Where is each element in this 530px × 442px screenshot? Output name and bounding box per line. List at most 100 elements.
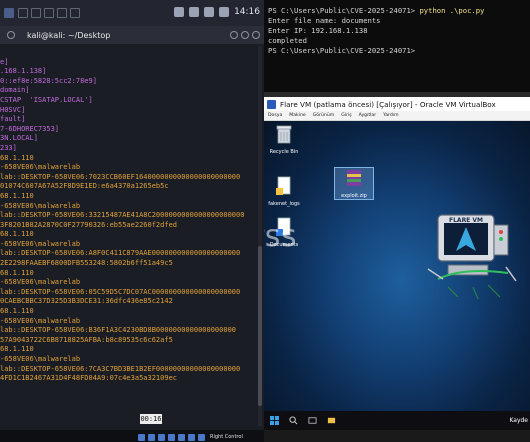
kali-top-panel: 14:16 bbox=[0, 0, 264, 26]
terminal-line: -658VE06\malwarelab bbox=[0, 355, 264, 365]
terminal-line: lab::DESKTOP-658VE06:A8F0C411C879AAE0000… bbox=[0, 249, 264, 259]
terminal-output[interactable]: e].168.1.138]0::ef8e:5828:5cc2:78e9]doma… bbox=[0, 46, 264, 426]
ps-command: python .\poc.py bbox=[415, 6, 484, 15]
terminal-line: e] bbox=[0, 58, 264, 68]
terminal-line: lab::DESKTOP-658VE06:7CA3C7BD3BE1B2EF000… bbox=[0, 365, 264, 375]
close-icon[interactable] bbox=[252, 31, 260, 39]
terminal-line: lab::DESKTOP-658VE06:B36F1A3C4230BD8B000… bbox=[0, 326, 264, 336]
file-explorer-icon[interactable] bbox=[327, 416, 336, 425]
ps-output-line: Enter file name: documents bbox=[268, 16, 381, 25]
recycle-bin-shortcut[interactable]: Recycle Bin bbox=[264, 124, 304, 155]
kali-menu-icon[interactable] bbox=[4, 8, 14, 18]
menu-giris[interactable]: Giriş bbox=[341, 113, 351, 118]
app-icon-1[interactable] bbox=[70, 8, 80, 18]
fakenet-logs-shortcut[interactable]: fakenet_logs bbox=[264, 176, 304, 207]
harddisk-icon[interactable] bbox=[138, 434, 145, 441]
terminal-line: 68.1.110 bbox=[0, 269, 264, 279]
desktop-icon-label: fakenet_logs bbox=[264, 201, 304, 207]
ps-prompt: PS C:\Users\Public\CVE-2025-24071> bbox=[268, 46, 415, 55]
window-title: kali@kali: ~/Desktop bbox=[15, 31, 227, 40]
virtualbox-icon bbox=[267, 100, 276, 109]
kali-terminal-window: 14:16 kali@kali: ~/Desktop e].168.1.138]… bbox=[0, 0, 264, 442]
terminal-scrollbar[interactable] bbox=[258, 46, 262, 426]
browser-icon[interactable] bbox=[57, 8, 67, 18]
taskbar-user-label: Kayde bbox=[509, 417, 528, 424]
mouse-integration-icon[interactable] bbox=[198, 434, 205, 441]
terminal-line: .168.1.138] bbox=[0, 67, 264, 77]
terminal-line: 0::ef8e:5828:5cc2:78e9] bbox=[0, 77, 264, 87]
terminal-icon bbox=[7, 31, 15, 39]
vbox-titlebar: Flare VM (patlama öncesi) [Çalışıyor] - … bbox=[264, 97, 530, 111]
powershell-output[interactable]: PS C:\Users\Public\CVE-2025-24071> pytho… bbox=[268, 6, 484, 56]
terminal-line: CSTAP 'ISATAP.LOCAL'] bbox=[0, 96, 264, 106]
notification-bell-icon[interactable] bbox=[189, 7, 199, 17]
menu-dosya[interactable]: Dosya bbox=[268, 113, 282, 118]
terminal-line: fault] bbox=[0, 115, 264, 125]
terminal-line: 68.1.110 bbox=[0, 230, 264, 240]
flare-vm-logo-text: FLARE VM bbox=[449, 217, 483, 224]
optical-drive-icon[interactable] bbox=[148, 434, 155, 441]
terminal-line: 0CAEBCBBC37D325D3B3DCE31:36dfc436e85c214… bbox=[0, 297, 264, 307]
vbox-menubar: Dosya Makine Görünüm Giriş Aygıtlar Yard… bbox=[264, 111, 530, 121]
terminal-line: 01074C607A67A52F8D9E1ED:e6a4370a1265eb5c bbox=[0, 182, 264, 192]
terminal-line: 68.1.110 bbox=[0, 307, 264, 317]
exploit-zip-shortcut[interactable]: exploit.zip bbox=[334, 167, 374, 200]
files-icon[interactable] bbox=[31, 8, 41, 18]
terminal-line: H0SVC] bbox=[0, 106, 264, 116]
ps-output-line: Enter IP: 192.168.1.138 bbox=[268, 26, 368, 35]
menu-aygitlar[interactable]: Aygıtlar bbox=[359, 113, 377, 118]
terminal-line bbox=[0, 48, 264, 58]
maximize-icon[interactable] bbox=[241, 31, 249, 39]
terminal-line: -658VE06\malwarelab bbox=[0, 317, 264, 327]
menu-gorunum[interactable]: Görünüm bbox=[313, 113, 334, 118]
terminal-line: lab::DESKTOP-658VE06:7023CCB60EF16400000… bbox=[0, 173, 264, 183]
task-view-icon[interactable] bbox=[308, 416, 317, 425]
file-icon bbox=[275, 176, 293, 196]
terminal-line: lab::DESKTOP-658VE06:33215487AE41A8C2000… bbox=[0, 211, 264, 221]
minimize-icon[interactable] bbox=[230, 31, 238, 39]
terminal-line: 68.1.110 bbox=[0, 154, 264, 164]
watermark-text: @0x6rss bbox=[264, 219, 297, 254]
workspace-icon[interactable] bbox=[18, 8, 28, 18]
terminal-line: domain] bbox=[0, 86, 264, 96]
terminal-line: -658VE06\malwarelab bbox=[0, 202, 264, 212]
text-cursor-tooltip: 00:16 bbox=[140, 414, 162, 424]
host-key-label: Right Control bbox=[210, 434, 243, 440]
ps-output-line: completed bbox=[268, 36, 307, 45]
desktop-icon-label: Recycle Bin bbox=[264, 149, 304, 155]
menu-yardim[interactable]: Yardım bbox=[383, 113, 398, 118]
vm-desktop[interactable]: Recycle Bin fakenet_logs exploit.zip Doc… bbox=[264, 121, 530, 411]
terminal-line: 2E2298FAAEBF6800DFB553248:5802b6ff51a49c… bbox=[0, 259, 264, 269]
terminal-line: -658VE06\malwarelab bbox=[0, 240, 264, 250]
menu-makine[interactable]: Makine bbox=[289, 113, 305, 118]
vbox-title: Flare VM (patlama öncesi) [Çalışıyor] - … bbox=[280, 100, 496, 109]
terminal-line: lab::DESKTOP-658VE06:05C59D5C7DC07AC0000… bbox=[0, 288, 264, 298]
terminal-launcher-icon[interactable] bbox=[44, 8, 54, 18]
terminal-line: 233] bbox=[0, 144, 264, 154]
powershell-window[interactable]: PS C:\Users\Public\CVE-2025-24071> pytho… bbox=[264, 0, 530, 92]
terminal-line: 3N.LOCAL] bbox=[0, 134, 264, 144]
windows-taskbar: Kayde bbox=[264, 411, 530, 430]
terminal-line: 4FD1C1B2467A31D4F48FD04A9:07c4e3a5a32109… bbox=[0, 374, 264, 384]
usb-icon[interactable] bbox=[168, 434, 175, 441]
monitor-icon[interactable] bbox=[174, 7, 184, 17]
speaker-icon[interactable] bbox=[204, 7, 214, 17]
terminal-line: -658VE06\malwarelab bbox=[0, 163, 264, 173]
search-icon[interactable] bbox=[289, 416, 298, 425]
ps-prompt: PS C:\Users\Public\CVE-2025-24071> bbox=[268, 6, 415, 15]
windows-start-icon[interactable] bbox=[270, 416, 279, 425]
network-icon[interactable] bbox=[158, 434, 165, 441]
terminal-line: 3F8201B82A2870C0F27790326:eb55ae2260f2df… bbox=[0, 221, 264, 231]
terminal-line: 57A9043722C6B8718825AFBA:b8c89535c6c62af… bbox=[0, 336, 264, 346]
desktop-icon-label: exploit.zip bbox=[335, 193, 373, 199]
display-icon[interactable] bbox=[188, 434, 195, 441]
vbox-statusbar bbox=[264, 430, 530, 442]
power-icon[interactable] bbox=[219, 7, 229, 17]
shared-folder-icon[interactable] bbox=[178, 434, 185, 441]
scrollbar-thumb[interactable] bbox=[258, 246, 262, 406]
terminal-line: -658VE06\malwarelab bbox=[0, 278, 264, 288]
terminal-line: 68.1.110 bbox=[0, 192, 264, 202]
recycle-bin-icon bbox=[275, 124, 293, 144]
clock: 14:16 bbox=[234, 7, 260, 17]
zip-archive-icon bbox=[345, 168, 363, 188]
